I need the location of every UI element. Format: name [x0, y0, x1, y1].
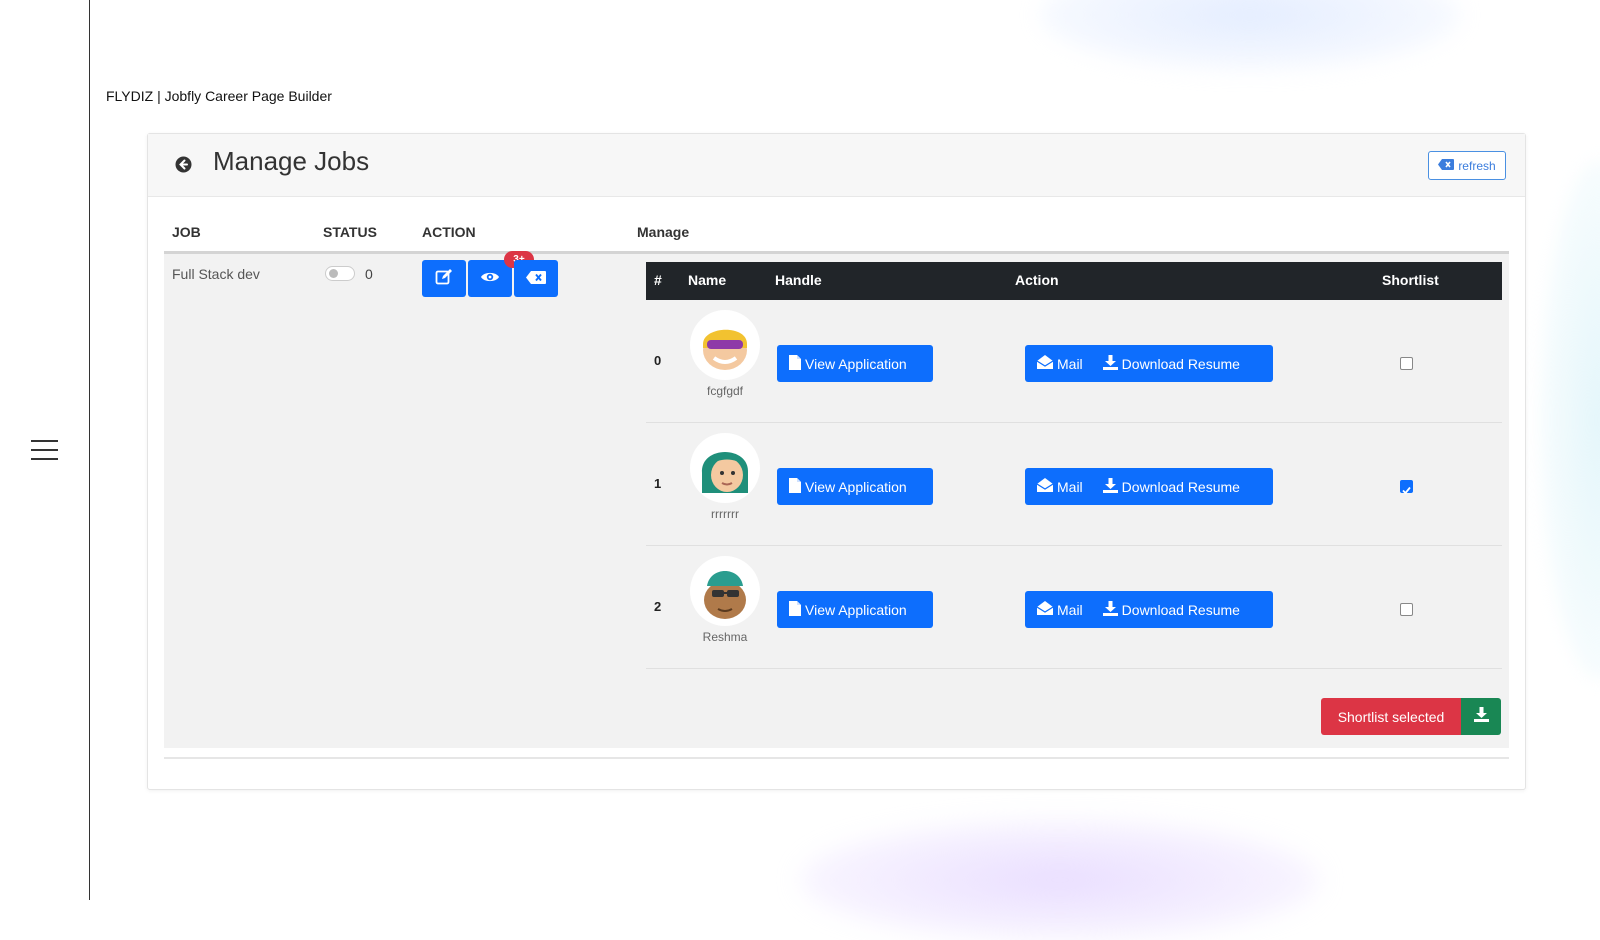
- column-header-action: ACTION: [422, 224, 476, 240]
- applicant-name: fcgfgdf: [706, 384, 744, 398]
- avatar: [690, 310, 760, 380]
- download-shortlist-button[interactable]: [1461, 698, 1501, 735]
- manage-jobs-panel: Manage Jobs refresh JOB STATUS ACTION Ma…: [147, 133, 1526, 790]
- table-header-index: #: [654, 272, 662, 288]
- table-header-name: Name: [688, 272, 727, 288]
- backspace-icon: [526, 269, 546, 288]
- background-glow-top: [1040, 0, 1460, 70]
- file-icon: [789, 600, 801, 619]
- table-header-action: Action: [1015, 272, 1059, 288]
- envelope-open-icon: [1036, 601, 1054, 618]
- edit-icon: [435, 268, 453, 290]
- shortlist-checkbox[interactable]: [1400, 480, 1413, 495]
- avatar: [690, 433, 760, 503]
- download-resume-button[interactable]: Download Resume: [1102, 354, 1240, 373]
- page-title: Manage Jobs: [213, 146, 370, 176]
- view-application-label: View Application: [805, 601, 907, 618]
- applicant-name: Reshma: [702, 630, 748, 644]
- backspace-icon: [1438, 158, 1455, 173]
- status-count: 0: [365, 266, 373, 282]
- background-glow-right: [1540, 160, 1600, 680]
- panel-header: Manage Jobs refresh: [148, 134, 1525, 197]
- site-title: FLYDIZ | Jobfly Career Page Builder: [106, 88, 332, 104]
- mail-button[interactable]: Mail: [1036, 478, 1083, 495]
- sidebar-divider: [89, 0, 90, 900]
- file-icon: [789, 477, 801, 496]
- row-divider: [646, 668, 1502, 669]
- view-application-label: View Application: [805, 478, 907, 495]
- envelope-open-icon: [1036, 355, 1054, 372]
- row-index: 2: [654, 599, 662, 614]
- mail-label: Mail: [1057, 355, 1083, 372]
- job-name: Full Stack dev: [172, 266, 260, 282]
- applicant-name: rrrrrrr: [711, 507, 739, 521]
- edit-job-button[interactable]: [422, 260, 466, 297]
- mail-button[interactable]: Mail: [1036, 355, 1083, 372]
- table-header-handle: Handle: [775, 272, 822, 288]
- download-resume-label: Download Resume: [1121, 478, 1240, 495]
- shortlist-selected-button[interactable]: Shortlist selected: [1321, 698, 1461, 735]
- row-index: 1: [654, 476, 662, 491]
- applicant-action-group: Mail Download Resume: [1025, 591, 1273, 628]
- download-icon: [1102, 354, 1118, 373]
- applicant-table-header: # Name Handle Action Shortlist: [646, 262, 1502, 300]
- view-application-button[interactable]: View Application: [777, 345, 933, 382]
- eye-icon: [480, 269, 500, 288]
- hamburger-menu-icon[interactable]: [31, 438, 58, 462]
- applicant-action-group: Mail Download Resume: [1025, 468, 1273, 505]
- view-application-button[interactable]: View Application: [777, 591, 933, 628]
- check-icon: [1401, 481, 1412, 500]
- table-row: 2 Reshma View Application Mail Download …: [646, 546, 1502, 669]
- table-row: 1 rrrrrrr View Application Mail Download…: [646, 423, 1502, 546]
- file-icon: [789, 354, 801, 373]
- download-resume-label: Download Resume: [1121, 601, 1240, 618]
- download-icon: [1473, 707, 1489, 726]
- download-resume-button[interactable]: Download Resume: [1102, 477, 1240, 496]
- view-application-button[interactable]: View Application: [777, 468, 933, 505]
- view-application-label: View Application: [805, 355, 907, 372]
- download-icon: [1102, 477, 1118, 496]
- download-icon: [1102, 600, 1118, 619]
- refresh-label: refresh: [1458, 158, 1496, 173]
- shortlist-checkbox[interactable]: [1400, 603, 1413, 616]
- shortlist-checkbox[interactable]: [1400, 357, 1413, 370]
- panel-footer-divider: [164, 757, 1509, 759]
- column-header-manage: Manage: [637, 224, 690, 240]
- download-resume-button[interactable]: Download Resume: [1102, 600, 1240, 619]
- status-toggle[interactable]: [325, 266, 355, 281]
- applicant-action-group: Mail Download Resume: [1025, 345, 1273, 382]
- background-glow-bottom: [800, 820, 1320, 940]
- mail-label: Mail: [1057, 601, 1083, 618]
- column-header-status: STATUS: [323, 224, 377, 240]
- delete-job-button[interactable]: [514, 260, 558, 297]
- column-header-job: JOB: [172, 224, 201, 240]
- row-index: 0: [654, 353, 662, 368]
- circle-arrow-left-icon[interactable]: [175, 156, 192, 173]
- table-row: 0 fcgfgdf View Application Mail Download…: [646, 300, 1502, 423]
- envelope-open-icon: [1036, 478, 1054, 495]
- download-resume-label: Download Resume: [1121, 355, 1240, 372]
- mail-button[interactable]: Mail: [1036, 601, 1083, 618]
- refresh-button[interactable]: refresh: [1428, 151, 1506, 180]
- avatar: [690, 556, 760, 626]
- table-header-shortlist: Shortlist: [1382, 272, 1439, 288]
- view-applicants-button[interactable]: [468, 260, 512, 297]
- mail-label: Mail: [1057, 478, 1083, 495]
